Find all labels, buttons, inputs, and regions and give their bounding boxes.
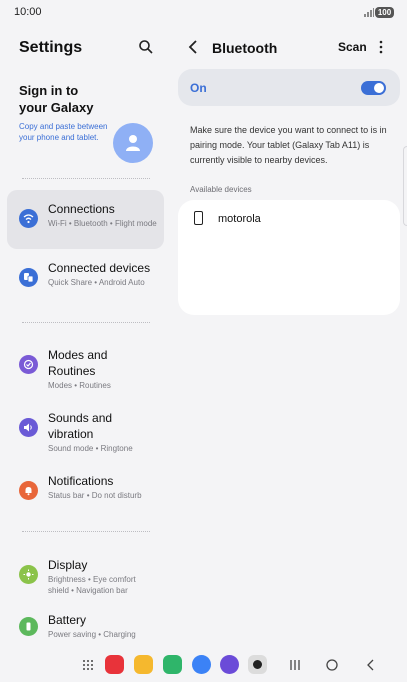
settings-item-connections[interactable]: Connections Wi-Fi • Bluetooth • Flight m… (7, 190, 164, 249)
settings-item-label: Notifications (48, 474, 114, 488)
home-icon[interactable] (325, 658, 339, 672)
bluetooth-toggle-row[interactable]: On (178, 69, 400, 106)
settings-item-label: Sounds and vibration (48, 411, 113, 441)
wifi-icon (19, 209, 38, 228)
settings-item-label: Connections (48, 202, 115, 216)
bell-icon (19, 481, 38, 500)
battery-indicator: 100 (375, 7, 394, 18)
page-title: Settings (19, 39, 83, 56)
divider (22, 531, 150, 532)
settings-item-label: Display (48, 558, 88, 572)
status-time: 10:00 (14, 6, 42, 18)
app-phone-icon[interactable] (163, 655, 182, 674)
toggle-label: On (190, 81, 207, 95)
settings-item-sounds[interactable]: Sounds and vibration Sound mode • Ringto… (7, 399, 164, 458)
settings-item-display[interactable]: Display Brightness • Eye comfort shield … (7, 546, 164, 605)
settings-panel: Settings Sign in to your Galaxy Copy and… (0, 26, 172, 650)
battery-icon (19, 617, 38, 636)
sign-in-subtext: Copy and paste between your phone and ta… (19, 122, 108, 142)
app-messages-icon[interactable] (192, 655, 211, 674)
pairing-info-text: Make sure the device you want to connect… (190, 125, 387, 165)
settings-item-sub: Power saving • Charging (48, 630, 136, 639)
settings-item-sub: Brightness • Eye comfort shield • Naviga… (48, 575, 136, 595)
sun-icon (19, 565, 38, 584)
bluetooth-title: Bluetooth (212, 40, 278, 56)
recents-icon[interactable] (288, 658, 302, 672)
sign-in-heading: Sign in to your Galaxy (19, 83, 94, 115)
bluetooth-toggle[interactable] (361, 81, 386, 95)
avatar[interactable] (113, 123, 153, 163)
more-options-icon[interactable] (377, 40, 385, 54)
settings-item-label: Battery (48, 613, 87, 627)
edge-panel-handle[interactable] (403, 146, 407, 226)
signal-icon (364, 8, 374, 17)
back-arrow-icon[interactable] (188, 40, 200, 54)
app-drawer-icon[interactable] (82, 659, 94, 671)
app-camera-icon[interactable] (248, 655, 267, 674)
settings-item-label: Modes and Routines (48, 348, 108, 378)
toggle-knob (374, 83, 384, 93)
settings-item-sub: Modes • Routines (48, 381, 111, 390)
device-name: motorola (218, 213, 261, 225)
bluetooth-panel: Bluetooth Scan On Make sure the device y… (172, 26, 407, 650)
settings-item-sub: Quick Share • Android Auto (48, 278, 145, 287)
device-item[interactable]: motorola (178, 200, 400, 238)
divider (22, 178, 150, 179)
divider (22, 322, 150, 323)
settings-item-sub: Status bar • Do not disturb (48, 491, 142, 500)
phone-icon (194, 211, 203, 225)
person-icon (126, 135, 140, 151)
status-bar: 10:00 100 (0, 0, 407, 26)
settings-item-label: Connected devices (48, 261, 151, 275)
search-icon[interactable] (138, 39, 154, 55)
back-nav-icon[interactable] (364, 658, 378, 672)
available-devices-list: motorola (178, 200, 400, 315)
available-devices-header: Available devices (190, 185, 252, 194)
app-folder-icon[interactable] (134, 655, 153, 674)
modes-icon (19, 355, 38, 374)
settings-item-connected-devices[interactable]: Connected devices Quick Share • Android … (7, 249, 164, 308)
settings-item-sub: Sound mode • Ringtone (48, 444, 133, 453)
app-browser-icon[interactable] (220, 655, 239, 674)
sound-icon (19, 418, 38, 437)
scan-button[interactable]: Scan (338, 40, 367, 54)
settings-item-modes[interactable]: Modes and Routines Modes • Routines (7, 336, 164, 395)
app-red-icon[interactable] (105, 655, 124, 674)
sign-in-card[interactable]: Sign in to your Galaxy Copy and paste be… (19, 82, 109, 143)
taskbar (0, 650, 407, 682)
connected-devices-icon (19, 268, 38, 287)
settings-item-notifications[interactable]: Notifications Status bar • Do not distur… (7, 462, 164, 521)
camera-lens (253, 660, 262, 669)
settings-item-sub: Wi-Fi • Bluetooth • Flight mode (48, 219, 157, 228)
